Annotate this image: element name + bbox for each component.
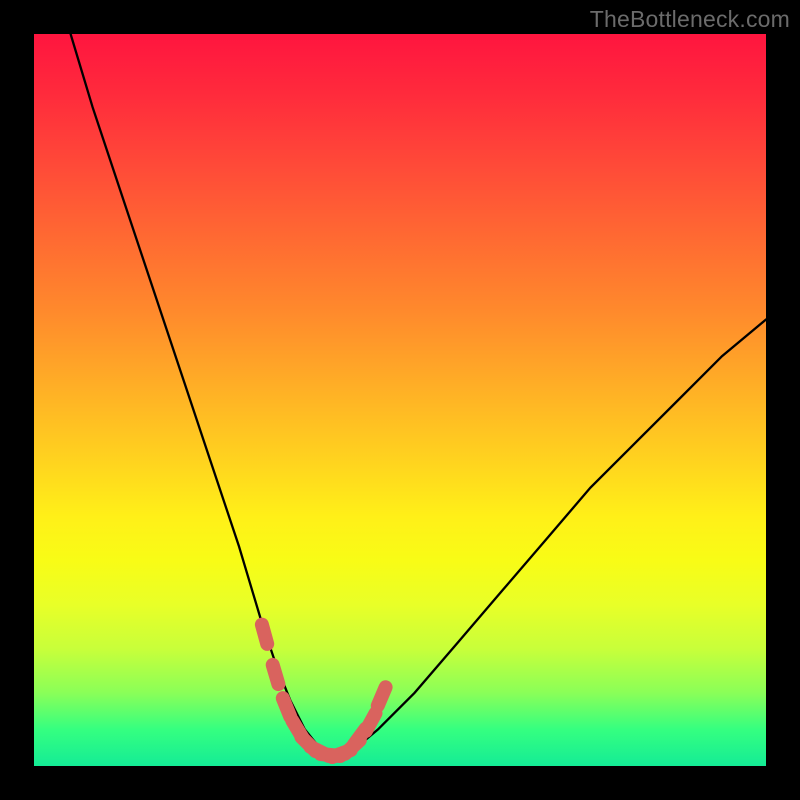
highlight-marker [283, 698, 291, 717]
highlight-marker [378, 687, 386, 705]
chart-svg [34, 34, 766, 766]
highlight-marker [273, 665, 279, 684]
chart-frame: TheBottleneck.com [0, 0, 800, 800]
highlight-markers [262, 625, 386, 757]
watermark-text: TheBottleneck.com [590, 6, 790, 33]
highlight-marker [262, 625, 267, 644]
chart-plot-area [34, 34, 766, 766]
highlight-marker [366, 713, 376, 731]
curve-path [71, 34, 766, 755]
